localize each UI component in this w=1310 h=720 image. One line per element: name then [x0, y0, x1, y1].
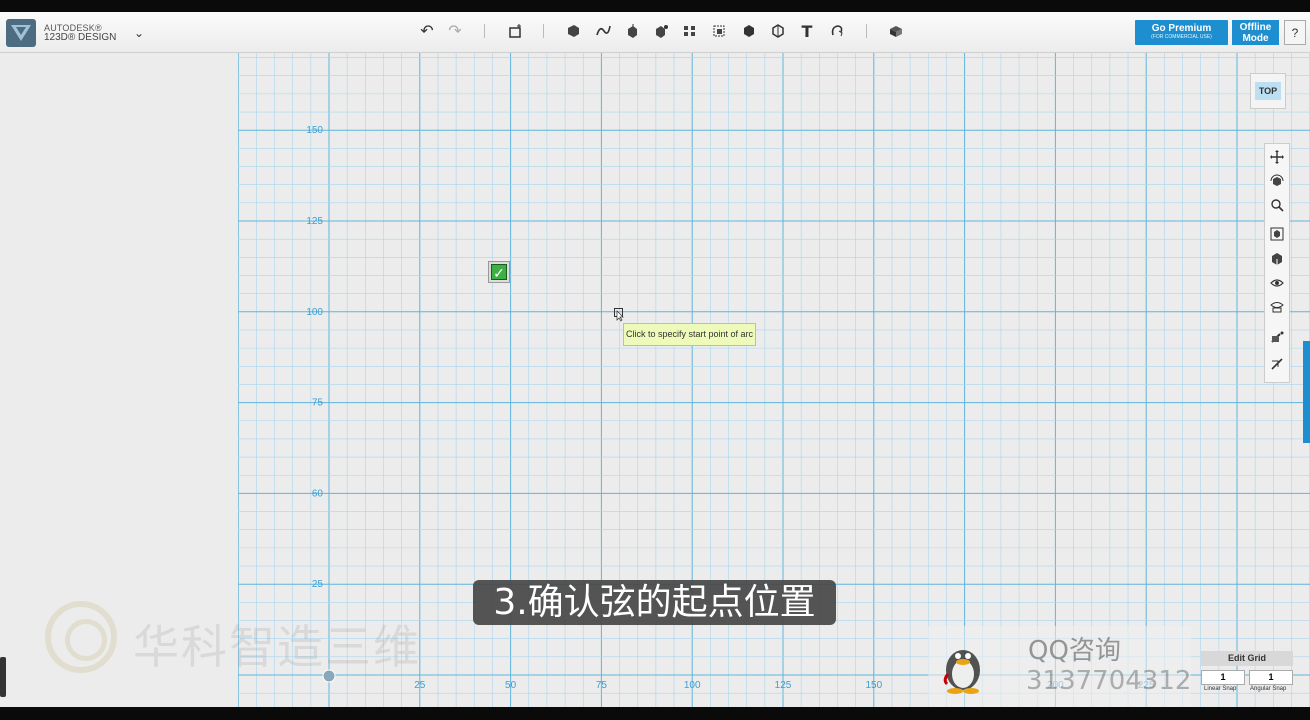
primitives-icon[interactable] — [561, 20, 585, 42]
check-icon: ✓ — [491, 264, 507, 281]
grid-x-label: 75 — [596, 680, 608, 691]
measure-icon[interactable] — [766, 20, 790, 42]
pan-icon[interactable] — [1267, 147, 1287, 167]
grid-y-label: 60 — [312, 488, 324, 499]
watermark-logo — [45, 601, 117, 673]
grid-y-label: 25 — [312, 579, 324, 590]
sketch-icon[interactable] — [591, 20, 615, 42]
grid-y-label: 150 — [306, 125, 323, 136]
offline-label-2: Mode — [1242, 33, 1269, 44]
workspace-canvas[interactable]: 150125100756025255075100125150175200225 … — [0, 53, 1310, 707]
premium-label: Go Premium — [1151, 23, 1212, 34]
left-panel-handle[interactable] — [0, 657, 6, 697]
toolbar-divider — [543, 24, 544, 38]
snap-icon[interactable] — [825, 20, 849, 42]
edit-grid-panel: Edit Grid 1 1 Linear Snap Angular Snap — [1200, 651, 1294, 701]
group-icon[interactable] — [707, 20, 731, 42]
watermark-text: 华科智造三维 — [133, 620, 421, 674]
help-button[interactable]: ? — [1284, 20, 1306, 45]
brand-product: 123D® DESIGN — [44, 32, 117, 43]
offline-mode-button[interactable]: Offline Mode — [1232, 20, 1279, 45]
cursor-icon — [614, 308, 624, 322]
grid-x-label: 125 — [775, 680, 792, 691]
view-cube[interactable]: TOP — [1250, 73, 1286, 109]
qq-title: QQ咨询 — [1028, 636, 1121, 666]
angular-snap-label: Angular Snap — [1250, 686, 1287, 692]
edit-grid-button[interactable]: Edit Grid — [1201, 651, 1293, 666]
offline-label-1: Offline — [1239, 22, 1272, 33]
snap-settings-icon[interactable] — [1267, 354, 1287, 374]
view-cube-face-top[interactable]: TOP — [1255, 82, 1281, 100]
linear-snap-input[interactable]: 1 — [1201, 670, 1245, 685]
top-black-bar — [0, 0, 1310, 12]
text-tool-button[interactable]: T — [795, 20, 819, 42]
construct-icon[interactable] — [620, 20, 644, 42]
app-logo[interactable] — [6, 19, 36, 47]
modify-icon[interactable] — [649, 20, 673, 42]
qq-contact-watermark: QQ咨询 3137704312 — [928, 626, 1191, 707]
qq-penguin-icon — [943, 650, 980, 694]
grid-x-label: 100 — [684, 680, 701, 691]
toolbar-divider — [866, 24, 867, 38]
main-toolbar: AUTODESK® 123D® DESIGN ⌄ ↶ ↷ T Go Premiu… — [0, 12, 1310, 53]
material-icon[interactable] — [884, 20, 908, 42]
redo-button[interactable]: ↷ — [443, 20, 467, 42]
linear-snap-label: Linear Snap — [1204, 686, 1237, 692]
navigation-bar — [1264, 143, 1290, 383]
confirm-checkbox[interactable]: ✓ — [488, 261, 510, 283]
eye-icon[interactable] — [1267, 273, 1287, 293]
premium-sublabel: (FOR COMMERCIAL USE) — [1151, 34, 1212, 40]
side-panel-toggle[interactable] — [1303, 341, 1310, 443]
new-box-icon[interactable] — [503, 20, 527, 42]
fit-icon[interactable] — [1267, 224, 1287, 244]
toolbar-divider — [484, 24, 485, 38]
grid-x-label: 50 — [505, 680, 517, 691]
qq-number: 3137704312 — [1026, 666, 1192, 696]
pattern-icon[interactable] — [678, 20, 702, 42]
grid-y-label: 100 — [306, 307, 323, 318]
combine-icon[interactable] — [737, 20, 761, 42]
arc-start-tooltip: Click to specify start point of arc — [623, 323, 756, 346]
angular-snap-input[interactable]: 1 — [1249, 670, 1293, 685]
grid-y-label: 75 — [312, 398, 324, 409]
material-settings-icon[interactable] — [1267, 327, 1287, 347]
grid-x-label: 150 — [865, 680, 882, 691]
visibility-settings-icon[interactable] — [1267, 296, 1287, 316]
view-icon[interactable] — [1267, 249, 1287, 269]
orbit-icon[interactable] — [1267, 171, 1287, 191]
bottom-black-bar — [0, 707, 1310, 720]
go-premium-button[interactable]: Go Premium (FOR COMMERCIAL USE) — [1135, 20, 1228, 45]
video-subtitle: 3.确认弦的起点位置 — [473, 580, 836, 625]
chevron-down-icon[interactable]: ⌄ — [134, 26, 144, 40]
undo-button[interactable]: ↶ — [415, 20, 439, 42]
grid-x-label: 25 — [414, 680, 426, 691]
grid-y-label: 125 — [306, 216, 323, 227]
zoom-icon[interactable] — [1267, 195, 1287, 215]
